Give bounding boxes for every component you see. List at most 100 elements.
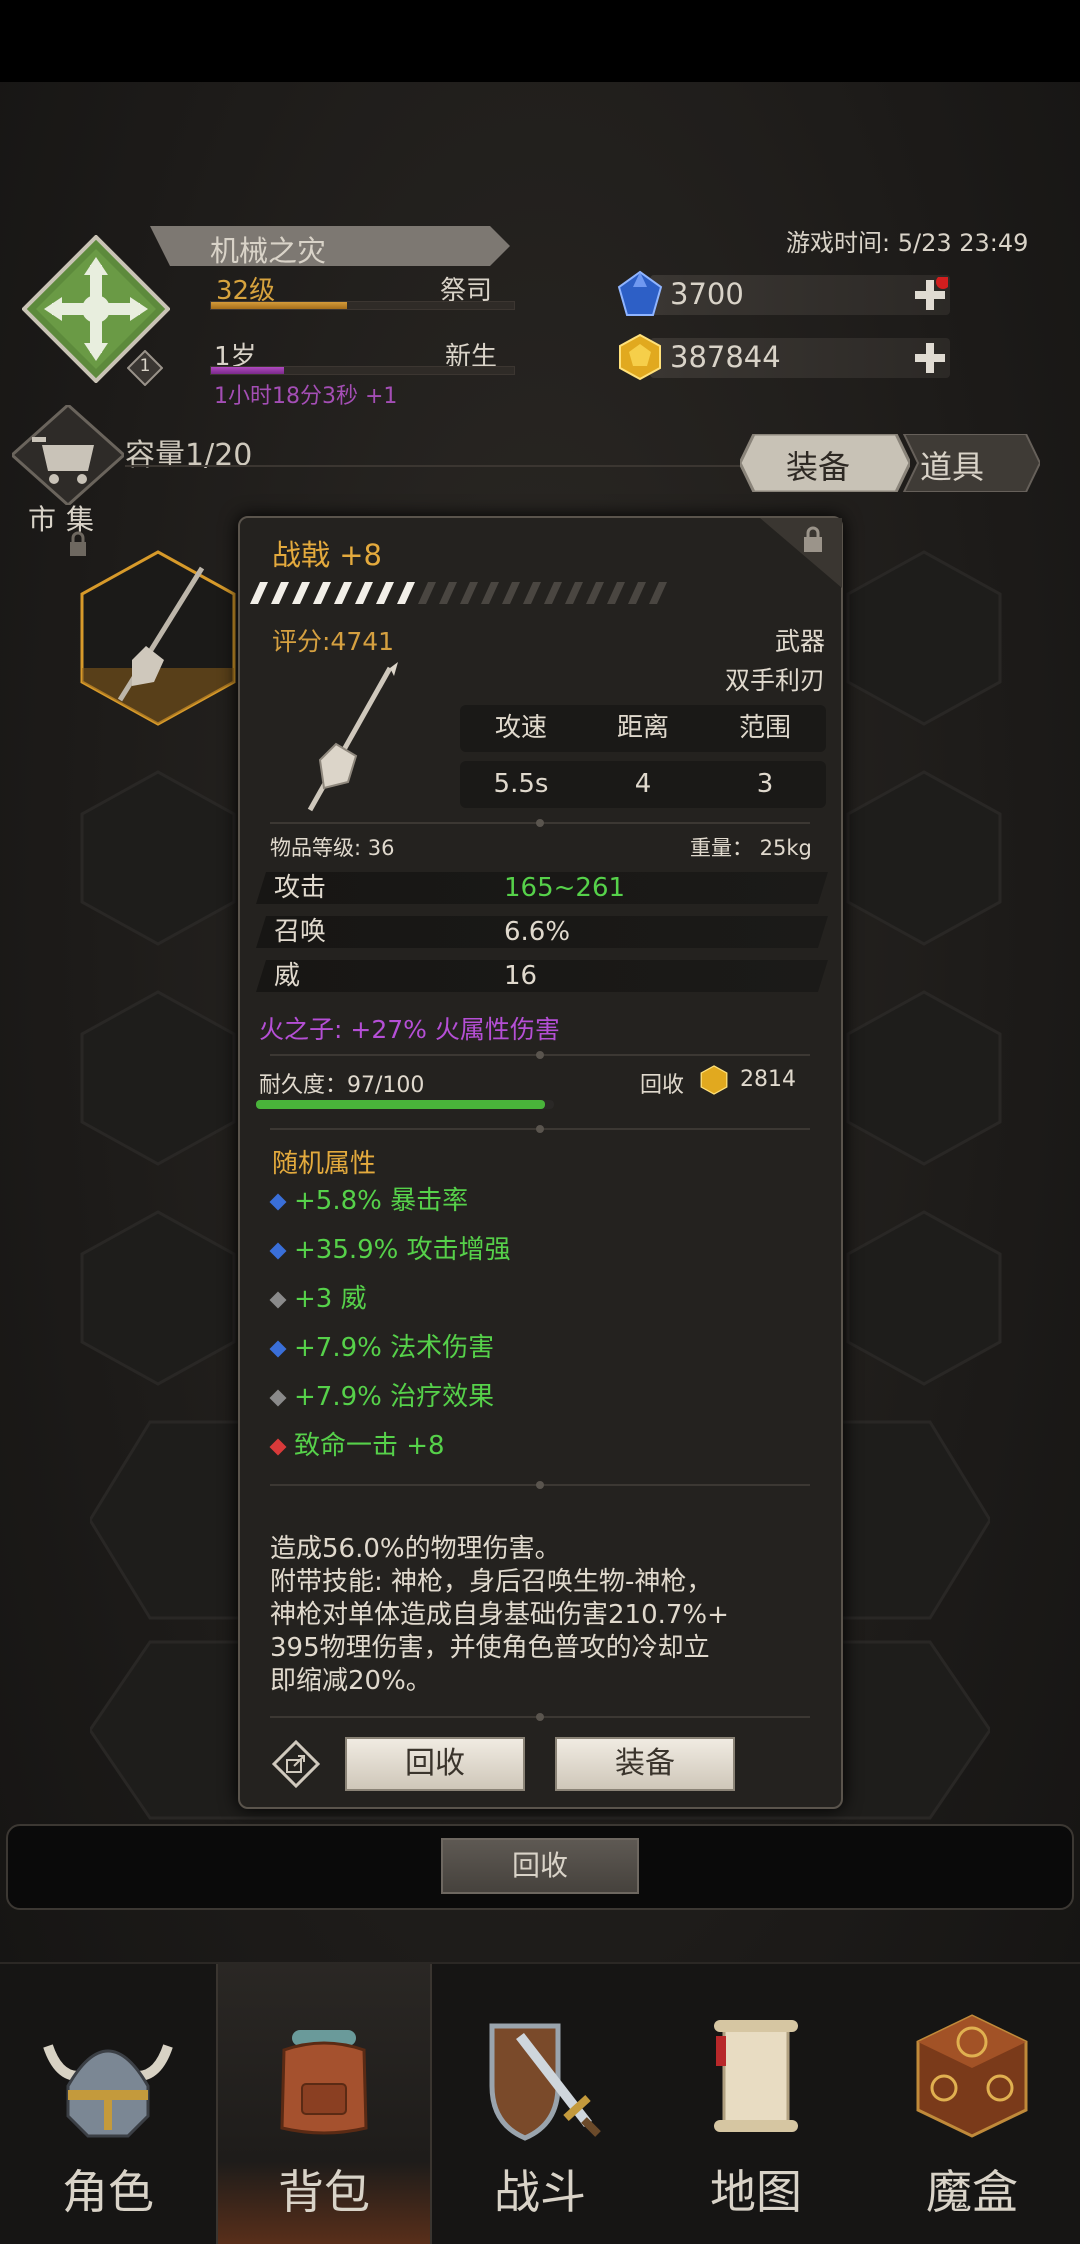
enhance-pip	[334, 582, 352, 604]
random-attribute: +7.9% 法术伤害	[269, 1327, 494, 1364]
age-bar	[210, 366, 515, 375]
random-attribute: +5.8% 暴击率	[269, 1180, 468, 1217]
durability-bar	[256, 1100, 554, 1109]
nav-bag[interactable]: 背包	[216, 1964, 432, 2244]
item-description: 造成56.0%的物理伤害。 附带技能: 神枪，身后召唤生物-神枪， 神枪对单体造…	[270, 1534, 729, 1696]
random-attribute: +7.9% 治疗效果	[269, 1376, 494, 1413]
divider	[270, 814, 810, 827]
enhance-pip	[313, 582, 331, 604]
recycle-item-button[interactable]: 回收	[345, 1737, 525, 1791]
divider	[125, 465, 745, 467]
gold-counter: 387844	[619, 333, 950, 381]
enhance-pip	[376, 582, 394, 604]
enhance-pip	[502, 582, 520, 604]
enhance-pip	[439, 582, 457, 604]
attribute-row: 攻击 165~261	[256, 872, 828, 904]
enhance-progress	[250, 582, 667, 604]
nav-character[interactable]: 角色	[0, 1964, 216, 2244]
inventory-slot[interactable]	[80, 1210, 236, 1386]
durability-label: 耐久度：97/100	[259, 1073, 425, 1098]
enhance-pip	[523, 582, 541, 604]
random-attributes-title: 随机属性	[272, 1149, 377, 1179]
item-level: 物品等级: 36	[270, 836, 395, 860]
inventory-slot[interactable]	[846, 1210, 1002, 1386]
stat-value: 5.5s	[493, 769, 549, 799]
magic-cube-icon	[916, 2014, 1028, 2138]
inventory-slot[interactable]	[846, 770, 1002, 946]
enhance-pip	[586, 582, 604, 604]
add-gold-icon[interactable]	[912, 340, 948, 376]
gem-value: 3700	[670, 277, 744, 311]
item-type: 武器	[774, 627, 825, 656]
market-label[interactable]: 市集	[28, 498, 104, 538]
item-weight: 重量： 25kg	[690, 836, 812, 860]
enhance-pip	[250, 582, 268, 604]
capacity-label: 容量1/20	[125, 438, 253, 473]
item-score: 评分:4741	[272, 627, 395, 656]
recycle-all-button[interactable]: 回收	[441, 1838, 639, 1894]
enhance-pip	[481, 582, 499, 604]
divider	[270, 1476, 810, 1489]
divider	[270, 1046, 810, 1059]
name-plate	[150, 226, 510, 266]
nav-magic-box[interactable]: 魔盒	[864, 1964, 1080, 2244]
enhance-pip	[418, 582, 436, 604]
enhance-pip	[460, 582, 478, 604]
market-cart-icon[interactable]	[12, 405, 124, 505]
inventory-slot[interactable]	[846, 990, 1002, 1166]
lock-icon[interactable]	[802, 524, 824, 554]
item-name: 战戟 +8	[272, 538, 382, 572]
game-time: 游戏时间: 5/23 23:49	[786, 229, 1029, 257]
share-icon[interactable]	[272, 1740, 320, 1788]
enhance-pip	[544, 582, 562, 604]
set-bonus: 火之子: +27% 火属性伤害	[259, 1015, 560, 1044]
blue-gem-icon	[617, 270, 663, 316]
gold-value: 387844	[670, 340, 781, 374]
viking-helmet-icon	[43, 2044, 173, 2138]
divider	[270, 1120, 810, 1133]
halberd-icon	[307, 662, 398, 812]
player-name: 机械之灾	[210, 234, 327, 268]
sword-shield-icon	[489, 2023, 601, 2141]
enhance-pip	[292, 582, 310, 604]
add-gems-icon[interactable]	[912, 277, 948, 313]
enhance-pip	[628, 582, 646, 604]
status-bar	[0, 0, 1080, 82]
panel-corner	[760, 518, 842, 588]
tab-equipment[interactable]: 装备	[740, 434, 910, 492]
gold-coin-icon	[619, 333, 661, 381]
stat-value-row: 5.5s 4 3	[460, 761, 826, 808]
scroll-map-icon	[714, 2020, 798, 2132]
gem-counter: 3700	[617, 270, 950, 316]
inventory-slot-weapon[interactable]	[80, 550, 236, 726]
backpack-icon	[280, 2030, 368, 2135]
stat-header: 攻速	[494, 713, 547, 743]
recycle-value-label: 回收	[640, 1073, 685, 1098]
enhance-pip	[271, 582, 289, 604]
bottom-nav: 角色 背包 战斗 地图 魔盒	[0, 1962, 1080, 2244]
age-timer: 1小时18分3秒 +1	[214, 384, 398, 409]
stat-value: 4	[634, 769, 652, 799]
equip-item-button[interactable]: 装备	[555, 1737, 735, 1791]
stat-header: 范围	[738, 713, 791, 743]
inventory-slot[interactable]	[846, 550, 1002, 726]
inventory-slot[interactable]	[80, 770, 236, 946]
item-subtype: 双手利刃	[724, 666, 825, 695]
recycle-value: 2814	[740, 1067, 796, 1092]
attribute-row: 召唤 6.6%	[256, 916, 828, 948]
nav-battle[interactable]: 战斗	[432, 1964, 648, 2244]
tab-items[interactable]: 道具	[890, 434, 1040, 492]
inventory-slot[interactable]	[80, 990, 236, 1166]
random-attribute: +3 威	[269, 1278, 367, 1315]
nav-map[interactable]: 地图	[648, 1964, 864, 2244]
gold-coin-icon	[700, 1065, 728, 1095]
stat-header-row: 攻速 距离 范围	[460, 705, 826, 752]
enhance-pip	[355, 582, 373, 604]
stat-header: 距离	[616, 713, 669, 743]
enhance-pip	[397, 582, 415, 604]
random-attribute: 致命一击 +8	[269, 1425, 445, 1462]
stat-value: 3	[756, 769, 774, 799]
divider	[270, 1708, 810, 1721]
exp-bar	[210, 301, 515, 310]
level-badge: 1	[127, 350, 163, 386]
